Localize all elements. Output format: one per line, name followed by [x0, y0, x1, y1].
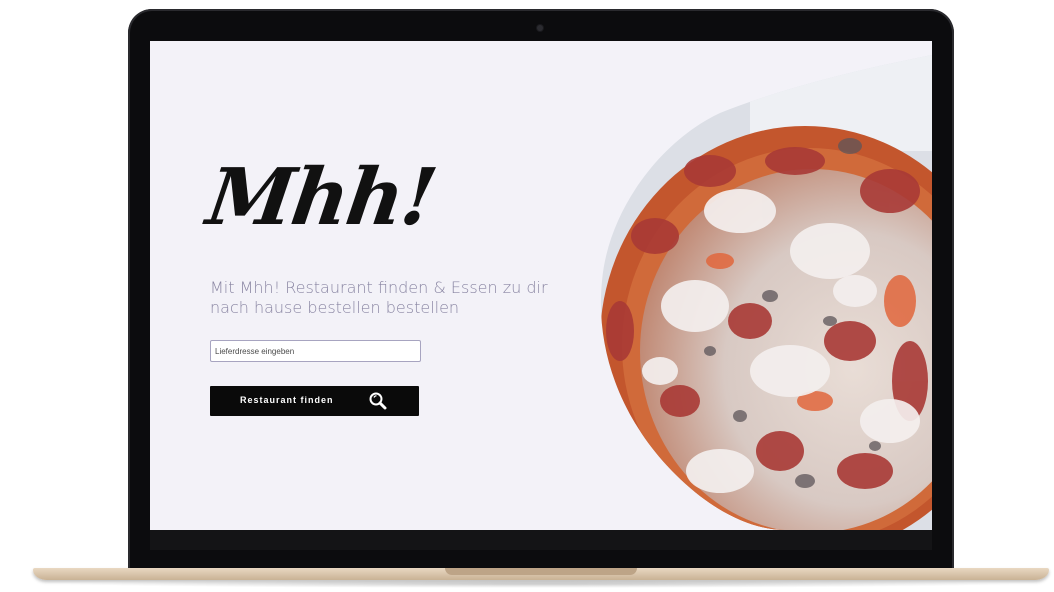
pizza-image: [600, 41, 932, 530]
find-restaurant-label: Restaurant finden: [240, 395, 334, 405]
find-restaurant-button[interactable]: Restaurant finden: [210, 386, 419, 416]
search-icon: [368, 391, 388, 411]
landing-page-screen: Mhh! Mit Mhh! Restaurant finden & Essen …: [150, 41, 932, 530]
screen-bottom-bezel: [150, 530, 932, 550]
delivery-address-input[interactable]: [210, 340, 421, 362]
hero-tagline: Mit Mhh! Restaurant finden & Essen zu di…: [210, 278, 548, 317]
camera-dot: [537, 25, 543, 31]
laptop-base-notch: [445, 568, 637, 575]
laptop-shadow: [60, 580, 1020, 588]
brand-logo: Mhh!: [201, 152, 441, 243]
